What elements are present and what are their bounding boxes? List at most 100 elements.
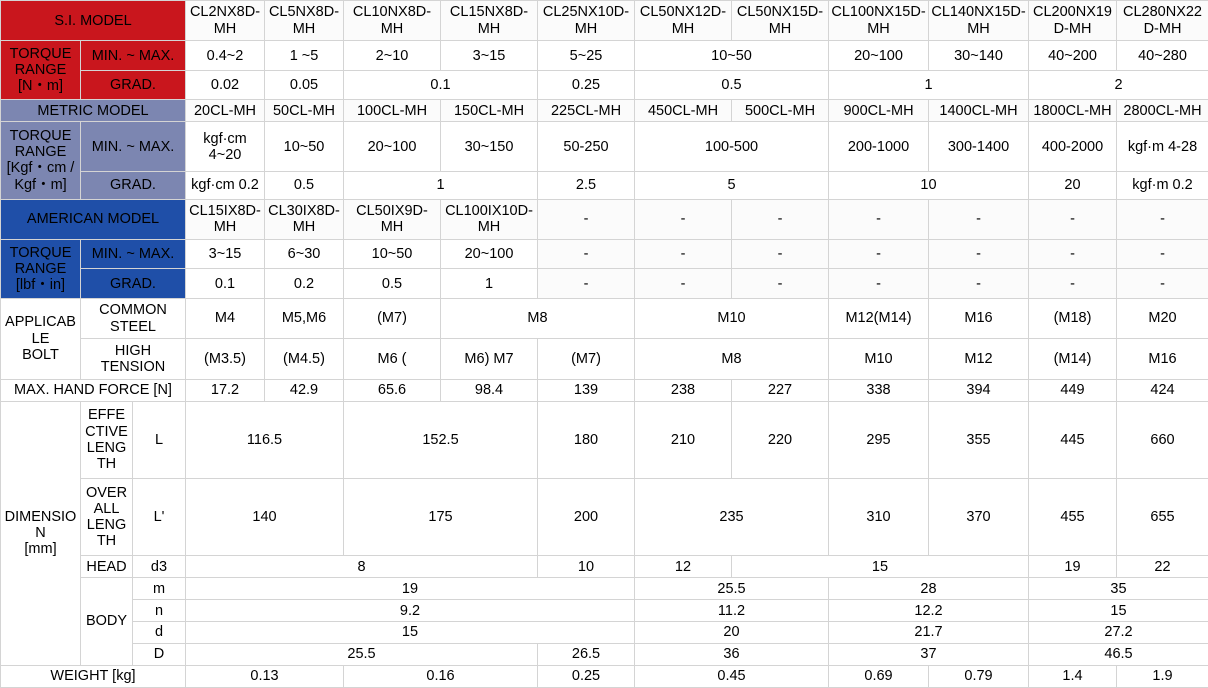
si-torque-range-label: TORQUE RANGE [N・m] <box>0 40 81 101</box>
american-model-header: AMERICAN MODEL <box>0 198 186 241</box>
bolt-high-value: M8 <box>634 338 829 380</box>
metric-grad-value: 0.5 <box>264 171 344 200</box>
head-label: HEAD <box>80 555 133 579</box>
us-minmax-value: - <box>928 238 1029 270</box>
applicable-bolt-line1: APPLICABLE <box>5 314 76 347</box>
body-d-value: 20 <box>634 621 829 645</box>
head-d3-value: 15 <box>731 555 1029 579</box>
american-model-cell: - <box>731 198 829 241</box>
table-row-metric-grad: GRAD. kgf·cm 0.2 0.5 1 2.5 5 10 20 kgf·m… <box>1 171 1208 200</box>
weight-label: WEIGHT [kg] <box>0 664 186 688</box>
body-d-value: 15 <box>185 621 635 645</box>
metric-minmax-value: kgf·m 4-28 <box>1116 121 1208 173</box>
us-minmax-value: 20~100 <box>440 238 538 270</box>
body-n-value: 15 <box>1028 599 1208 623</box>
body-m-value: 28 <box>828 577 1029 601</box>
si-minmax-value: 2~10 <box>343 40 441 71</box>
us-minmax-value: - <box>1116 238 1208 270</box>
weight-value: 0.16 <box>343 664 538 688</box>
metric-model-header: METRIC MODEL <box>0 99 186 123</box>
american-model-cell: - <box>1116 198 1208 241</box>
metric-minmax-label: MIN. ~ MAX. <box>80 121 186 173</box>
max-hand-force-value: 424 <box>1116 378 1208 402</box>
bolt-common-value: (M18) <box>1028 297 1117 340</box>
bolt-high-value: M16 <box>1116 338 1208 380</box>
metric-minmax-value: 100-500 <box>634 121 829 173</box>
weight-value: 0.25 <box>537 664 635 688</box>
body-d-value: 21.7 <box>828 621 1029 645</box>
overall-length-value: 310 <box>828 477 929 557</box>
max-hand-force-label: MAX. HAND FORCE [N] <box>0 378 186 402</box>
si-model-cell: CL25NX10D-MH <box>537 0 635 42</box>
bolt-common-value: M20 <box>1116 297 1208 340</box>
overall-length-value: 655 <box>1116 477 1208 557</box>
us-grad-value: - <box>928 268 1029 299</box>
metric-unit-line1: [Kgf・cm / <box>6 160 75 177</box>
body-n-value: 9.2 <box>185 599 635 623</box>
us-minmax-value: - <box>537 238 635 270</box>
si-minmax-value: 40~200 <box>1028 40 1117 71</box>
table-row-si-minmax: TORQUE RANGE [N・m] MIN. ~ MAX. 0.4~2 1 ~… <box>0 40 1208 101</box>
bolt-common-value: M10 <box>634 297 829 340</box>
high-tension-label: HIGH TENSION <box>80 338 186 380</box>
metric-minmax-value: 200-1000 <box>828 121 929 173</box>
head-d3-value: 10 <box>537 555 635 579</box>
si-grad-value: 2 <box>1028 69 1208 101</box>
american-model-cell: CL30IX8D-MH <box>264 198 344 241</box>
table-row-us-grad: GRAD. 0.1 0.2 0.5 1 - - - - - - - <box>1 268 1208 299</box>
american-model-cell: CL50IX9D-MH <box>343 198 441 241</box>
us-torque-range-text: TORQUE RANGE <box>9 244 72 277</box>
dimension-label: DIMENSION [mm] <box>0 400 81 666</box>
effective-length-value: 210 <box>634 400 732 480</box>
si-minmax-value: 30~140 <box>928 40 1029 71</box>
overall-length-value: 175 <box>343 477 538 557</box>
american-model-cell: - <box>634 198 732 241</box>
si-minmax-value: 5~25 <box>537 40 635 71</box>
common-steel-line1: COMMON <box>99 302 167 319</box>
us-grad-label: GRAD. <box>80 268 186 299</box>
metric-minmax-value: 300-1400 <box>928 121 1029 173</box>
metric-model-cell: 20CL-MH <box>185 99 265 123</box>
weight-value: 0.45 <box>634 664 829 688</box>
body-m-value: 19 <box>185 577 635 601</box>
si-model-cell: CL10NX8D-MH <box>343 0 441 42</box>
si-grad-value: 0.5 <box>634 69 829 101</box>
weight-value: 0.69 <box>828 664 929 688</box>
metric-model-cell: 450CL-MH <box>634 99 732 123</box>
effective-length-value: 445 <box>1028 400 1117 480</box>
table-row-metric-minmax: TORQUE RANGE [Kgf・cm / Kgf・m] MIN. ~ MAX… <box>0 121 1208 200</box>
american-model-cell: - <box>828 198 929 241</box>
body-n-value: 12.2 <box>828 599 1029 623</box>
common-steel-label: COMMON STEEL <box>80 297 186 340</box>
us-minmax-value: - <box>731 238 829 270</box>
si-minmax-value: 0.4~2 <box>185 40 265 71</box>
us-grad-value: 0.1 <box>185 268 265 299</box>
metric-model-cell: 225CL-MH <box>537 99 635 123</box>
bolt-high-value: (M4.5) <box>264 338 344 380</box>
symbol-n: n <box>132 599 186 623</box>
table-row-max-hand-force: MAX. HAND FORCE [N] 17.2 42.9 65.6 98.4 … <box>0 378 1208 402</box>
us-grad-value: 0.2 <box>264 268 344 299</box>
symbol-d3: d3 <box>132 555 186 579</box>
bolt-common-value: M8 <box>440 297 635 340</box>
si-minmax-value: 3~15 <box>440 40 538 71</box>
bolt-common-value: M16 <box>928 297 1029 340</box>
metric-minmax-value: 400-2000 <box>1028 121 1117 173</box>
bolt-high-value: (M14) <box>1028 338 1117 380</box>
si-model-cell: CL2NX8D-MH <box>185 0 265 42</box>
metric-model-cell: 2800CL-MH <box>1116 99 1208 123</box>
si-minmax-value: 40~280 <box>1116 40 1208 71</box>
body-D-value: 46.5 <box>1028 643 1208 666</box>
us-minmax-value: - <box>828 238 929 270</box>
us-grad-value: - <box>731 268 829 299</box>
table-row-us-minmax: TORQUE RANGE [lbf・in] MIN. ~ MAX. 3~15 6… <box>0 238 1208 299</box>
american-model-cell: - <box>537 198 635 241</box>
table-row-body-n: n 9.2 11.2 12.2 15 <box>1 599 1208 623</box>
overall-length-value: 370 <box>928 477 1029 557</box>
overall-length-value: 200 <box>537 477 635 557</box>
weight-value: 0.79 <box>928 664 1029 688</box>
table-row-head-d3: HEAD d3 8 10 12 15 19 22 <box>1 555 1208 579</box>
head-d3-value: 8 <box>185 555 538 579</box>
table-row-effective-length: DIMENSION [mm] EFFECTIVE LENGTH L 116.5 … <box>0 400 1208 666</box>
metric-torque-range-label: TORQUE RANGE [Kgf・cm / Kgf・m] <box>0 121 81 200</box>
